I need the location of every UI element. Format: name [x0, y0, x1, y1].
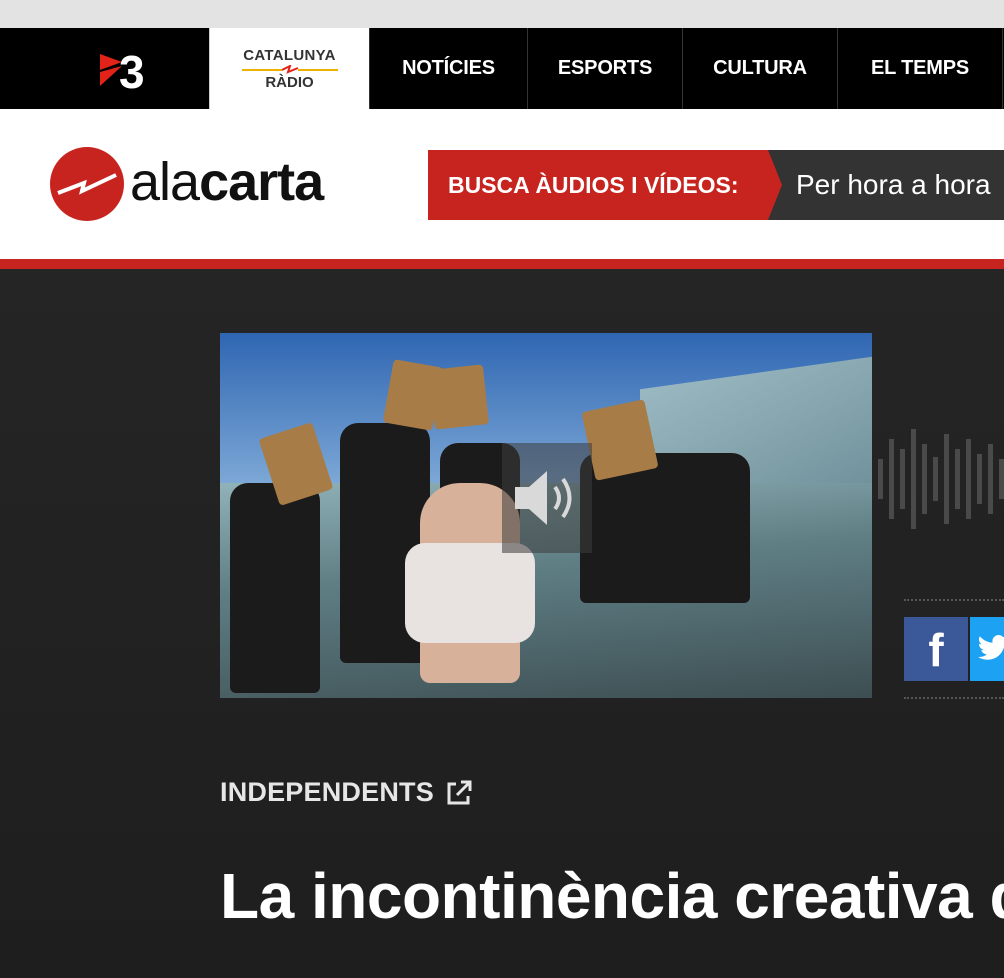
nav-item-cultura[interactable]: CULTURA: [682, 28, 837, 109]
search-field-wrap: [768, 150, 1004, 220]
twitter-icon: [978, 635, 1004, 660]
browser-top-strip: [0, 0, 1004, 28]
player-image-figure: [230, 483, 320, 693]
tv3-logo-icon: 3: [100, 46, 145, 94]
page-title: La incontinència creativa de...: [220, 860, 1004, 932]
sound-button[interactable]: [502, 443, 592, 553]
facebook-icon: f: [928, 624, 944, 676]
nav-item-noticies[interactable]: NOTÍCIES: [369, 28, 527, 109]
site-header: alacarta BUSCA ÀUDIOS I VÍDEOS:: [0, 109, 1004, 259]
twitter-share-button[interactable]: [970, 617, 1004, 681]
sound-icon: [515, 471, 572, 525]
alacarta-wordmark: alacarta: [130, 152, 324, 212]
top-navigation: 3 CATALUNYA RÀDIO NOTÍCIES ESPORTS CULTU…: [0, 28, 1004, 109]
alacarta-logo-icon: [50, 147, 124, 221]
main-content: f INDEPENDENTS La incontinència creativa…: [0, 269, 1004, 978]
header-divider: [0, 259, 1004, 269]
audio-wave-decoration: [878, 429, 1004, 529]
svg-text:3: 3: [119, 46, 145, 94]
radio-logo-bottom: RÀDIO: [265, 74, 314, 91]
external-link-icon[interactable]: [445, 779, 473, 807]
nav-item-esports[interactable]: ESPORTS: [527, 28, 682, 109]
program-link[interactable]: INDEPENDENTS: [220, 777, 434, 808]
facebook-share-button[interactable]: f: [904, 617, 968, 681]
media-player[interactable]: [220, 333, 872, 698]
share-divider-top: [904, 599, 1004, 601]
player-image-shirt: [405, 543, 535, 643]
share-divider-bottom: [904, 697, 1004, 699]
player-image-bag: [429, 364, 489, 430]
search-label-arrow: [768, 150, 782, 220]
search-input[interactable]: [796, 150, 1004, 220]
tv3-logo-link[interactable]: 3: [0, 28, 209, 109]
search-label: BUSCA ÀUDIOS I VÍDEOS:: [428, 150, 768, 220]
search-bar: BUSCA ÀUDIOS I VÍDEOS:: [428, 150, 1004, 220]
radio-logo-top: CATALUNYA: [243, 47, 336, 64]
nav-item-el-temps[interactable]: EL TEMPS: [837, 28, 1003, 109]
catalunya-radio-logo-link[interactable]: CATALUNYA RÀDIO: [209, 28, 369, 109]
